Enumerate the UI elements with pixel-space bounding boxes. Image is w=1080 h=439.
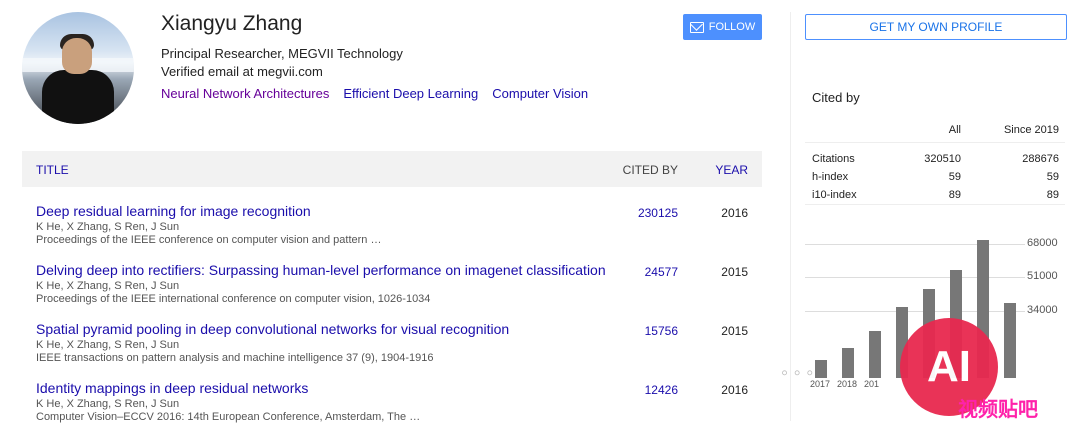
column-year[interactable]: YEAR bbox=[715, 163, 748, 177]
stats-label: i10-index bbox=[812, 189, 857, 201]
table-row: Spatial pyramid pooling in deep convolut… bbox=[36, 321, 762, 380]
article-cited-by[interactable]: 230125 bbox=[638, 206, 678, 220]
column-divider bbox=[790, 12, 791, 421]
stats-col-all: All bbox=[948, 124, 961, 136]
follow-label: FOLLOW bbox=[708, 21, 756, 33]
articles-table-header: TITLE CITED BY YEAR bbox=[22, 151, 762, 187]
article-cited-by[interactable]: 12426 bbox=[645, 383, 678, 397]
article-title[interactable]: Delving deep into rectifiers: Surpassing… bbox=[36, 262, 606, 278]
avatar-head bbox=[62, 38, 92, 74]
stats-col-since: Since 2019 bbox=[1003, 124, 1059, 136]
watermark-logo: ◦ ◦ ◦ bbox=[781, 362, 814, 384]
stats-label: h-index bbox=[812, 171, 849, 183]
article-cited-by[interactable]: 24577 bbox=[645, 265, 678, 279]
stats-since: 89 bbox=[1046, 189, 1059, 201]
stats-since: 59 bbox=[1046, 171, 1059, 183]
stats-label: Citations bbox=[812, 153, 855, 165]
watermark-text: 视频贴吧 bbox=[958, 399, 1038, 421]
article-year: 2015 bbox=[721, 324, 748, 338]
profile-email: Verified email at megvii.com bbox=[161, 64, 323, 79]
column-cited-by[interactable]: CITED BY bbox=[623, 163, 678, 177]
article-title[interactable]: Spatial pyramid pooling in deep convolut… bbox=[36, 321, 509, 337]
chart-bar-2019[interactable] bbox=[869, 330, 881, 378]
interest-link[interactable]: Computer Vision bbox=[492, 86, 588, 101]
cited-by-heading: Cited by bbox=[812, 90, 860, 105]
chart-year-label: 2018 bbox=[837, 379, 858, 389]
get-own-profile-button[interactable]: GET MY OWN PROFILE bbox=[805, 14, 1067, 40]
stats-header: All Since 2019 bbox=[805, 124, 1065, 142]
article-venue: IEEE transactions on pattern analysis an… bbox=[36, 352, 434, 364]
article-year: 2016 bbox=[721, 206, 748, 220]
table-row: Delving deep into rectifiers: Surpassing… bbox=[36, 262, 762, 321]
article-authors: K He, X Zhang, S Ren, J Sun bbox=[36, 398, 180, 410]
stats-since: 288676 bbox=[1022, 153, 1059, 165]
chart-gridline bbox=[805, 310, 1025, 312]
chart-bar-2024[interactable] bbox=[1004, 303, 1016, 378]
chart-tick-label: 34000 bbox=[1027, 303, 1058, 316]
article-venue: Computer Vision–ECCV 2016: 14th European… bbox=[36, 411, 421, 423]
profile-affiliation: Principal Researcher, MEGVII Technology bbox=[161, 46, 403, 61]
chart-tick-label: 68000 bbox=[1027, 236, 1058, 249]
chart-gridline bbox=[805, 243, 1025, 245]
stats-all: 89 bbox=[948, 189, 961, 201]
table-row: Deep residual learning for image recogni… bbox=[36, 203, 762, 262]
article-authors: K He, X Zhang, S Ren, J Sun bbox=[36, 221, 180, 233]
chart-tick-label: 51000 bbox=[1027, 270, 1058, 283]
article-title[interactable]: Identity mappings in deep residual netwo… bbox=[36, 380, 308, 396]
interest-link[interactable]: Efficient Deep Learning bbox=[343, 86, 478, 101]
stats-divider bbox=[805, 142, 1065, 143]
avatar bbox=[22, 12, 134, 124]
column-title[interactable]: TITLE bbox=[36, 163, 69, 177]
article-year: 2016 bbox=[721, 383, 748, 397]
article-authors: K He, X Zhang, S Ren, J Sun bbox=[36, 280, 180, 292]
avatar-body bbox=[42, 70, 114, 124]
stats-all: 320510 bbox=[924, 153, 961, 165]
mail-icon bbox=[689, 21, 704, 33]
chart-bar-2017[interactable] bbox=[815, 360, 827, 378]
interest-link[interactable]: Neural Network Architectures bbox=[161, 86, 329, 101]
article-cited-by[interactable]: 15756 bbox=[645, 324, 678, 338]
stats-divider bbox=[805, 204, 1065, 205]
stats-all: 59 bbox=[948, 171, 961, 183]
chart-year-label: 201 bbox=[864, 379, 880, 389]
article-title[interactable]: Deep residual learning for image recogni… bbox=[36, 203, 311, 219]
profile-interests: Neural Network Architectures Efficient D… bbox=[161, 86, 588, 101]
stats-row: h-index 59 59 bbox=[805, 171, 1065, 189]
profile-name: Xiangyu Zhang bbox=[161, 12, 303, 35]
chart-bar-2018[interactable] bbox=[842, 348, 854, 378]
chart-gridline bbox=[805, 277, 1025, 279]
table-row: Identity mappings in deep residual netwo… bbox=[36, 380, 762, 439]
article-authors: K He, X Zhang, S Ren, J Sun bbox=[36, 339, 180, 351]
article-venue: Proceedings of the IEEE international co… bbox=[36, 293, 431, 305]
article-venue: Proceedings of the IEEE conference on co… bbox=[36, 234, 382, 246]
stats-row: Citations 320510 288676 bbox=[805, 153, 1065, 171]
article-year: 2015 bbox=[721, 265, 748, 279]
follow-button[interactable]: FOLLOW bbox=[683, 14, 762, 40]
